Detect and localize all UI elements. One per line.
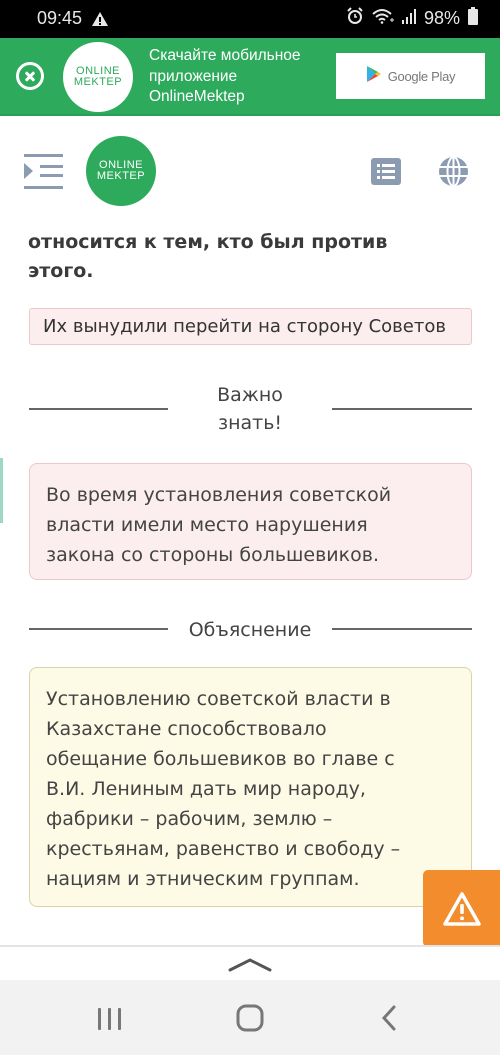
banner-text-line1: Скачайте мобильное xyxy=(149,47,301,64)
home-button[interactable] xyxy=(230,1000,270,1036)
important-title-line2: знать! xyxy=(217,412,283,434)
footer-divider xyxy=(0,945,500,947)
site-logo[interactable]: ONLINE MEKTEP xyxy=(86,136,156,206)
important-box: Во время установления советской власти и… xyxy=(29,463,472,580)
google-play-label: Google Play xyxy=(387,68,456,84)
signal-icon xyxy=(401,8,416,29)
divider-line-right xyxy=(332,628,472,630)
selected-answer-field[interactable]: Их вынудили перейти на сторону Советов xyxy=(29,308,472,345)
system-nav-bar xyxy=(0,980,500,1055)
contents-list-button[interactable] xyxy=(371,158,401,185)
warning-triangle-icon xyxy=(442,891,481,926)
question-text: относится к тем, кто был против этого. xyxy=(28,228,468,286)
banner-logo: ONLINE MEKTEP xyxy=(63,42,133,112)
alarm-icon xyxy=(346,7,364,30)
warning-icon xyxy=(91,11,109,31)
explanation-text-line: Установлению советской власти в xyxy=(46,688,391,710)
close-banner-button[interactable] xyxy=(16,62,44,90)
back-button[interactable] xyxy=(370,1000,410,1036)
battery-percent: 98% xyxy=(423,8,460,28)
divider-line-left xyxy=(29,628,168,630)
explanation-text-line: нациям и этническим группам. xyxy=(46,868,360,890)
google-play-button[interactable]: Google Play xyxy=(336,53,485,99)
globe-icon xyxy=(439,156,468,187)
important-title-line1: Важно xyxy=(217,384,283,406)
side-tab-handle[interactable] xyxy=(0,458,3,523)
banner-text-line3: OnlineMektep xyxy=(149,88,245,105)
language-button[interactable] xyxy=(438,156,469,187)
home-icon xyxy=(236,1004,264,1032)
important-text-line: власти имели место нарушения xyxy=(46,514,368,536)
explanation-text-line: фабрики – рабочим, землю – xyxy=(46,808,333,830)
logo-text-line2: MEKTEP xyxy=(96,170,146,182)
important-title: Важно знать! xyxy=(200,381,300,437)
explanation-text-line: крестьянам, равенство и свободу – xyxy=(46,838,401,860)
menu-indent-icon xyxy=(24,154,63,189)
list-icon xyxy=(377,164,395,179)
recent-apps-button[interactable] xyxy=(90,1000,130,1036)
explanation-text-line: В.И. Лениным дать мир народу, xyxy=(46,778,366,800)
status-icons: 98% xyxy=(346,7,478,30)
question-text-line1: относится к тем, кто был против xyxy=(28,231,388,253)
status-time: 09:45 xyxy=(37,8,83,28)
explanation-box: Установлению советской власти в Казахста… xyxy=(29,667,472,907)
google-play-icon xyxy=(366,65,382,87)
report-error-button[interactable] xyxy=(423,870,500,947)
recent-apps-icon xyxy=(98,1008,121,1030)
chevron-up-icon xyxy=(228,958,272,972)
banner-text-line2: приложение xyxy=(149,67,238,85)
important-text-line: закона со стороны большевиков. xyxy=(46,544,379,566)
explanation-text-line: Казахстане способствовало xyxy=(46,718,327,740)
divider-line-right xyxy=(332,408,472,410)
question-text-line2: этого. xyxy=(28,260,94,282)
divider-line-left xyxy=(29,408,168,410)
app-promo-banner: ONLINE MEKTEP Скачайте мобильное приложе… xyxy=(0,38,500,116)
wifi-icon xyxy=(372,8,394,29)
battery-icon xyxy=(468,7,478,30)
important-text-line: Во время установления советской xyxy=(46,484,392,506)
app-header: ONLINE MEKTEP xyxy=(0,118,500,223)
banner-text: Скачайте мобильное приложение OnlineMekt… xyxy=(149,46,329,108)
explanation-text-line: обещание большевиков во главе с xyxy=(46,748,395,770)
scroll-to-top-button[interactable] xyxy=(228,955,272,975)
sidebar-toggle-button[interactable] xyxy=(24,154,64,190)
back-icon xyxy=(381,1005,396,1031)
explanation-title: Объяснение xyxy=(188,619,312,641)
logo-text-line2: MEKTEP xyxy=(73,76,123,88)
status-bar: 09:45 98% xyxy=(0,0,500,38)
